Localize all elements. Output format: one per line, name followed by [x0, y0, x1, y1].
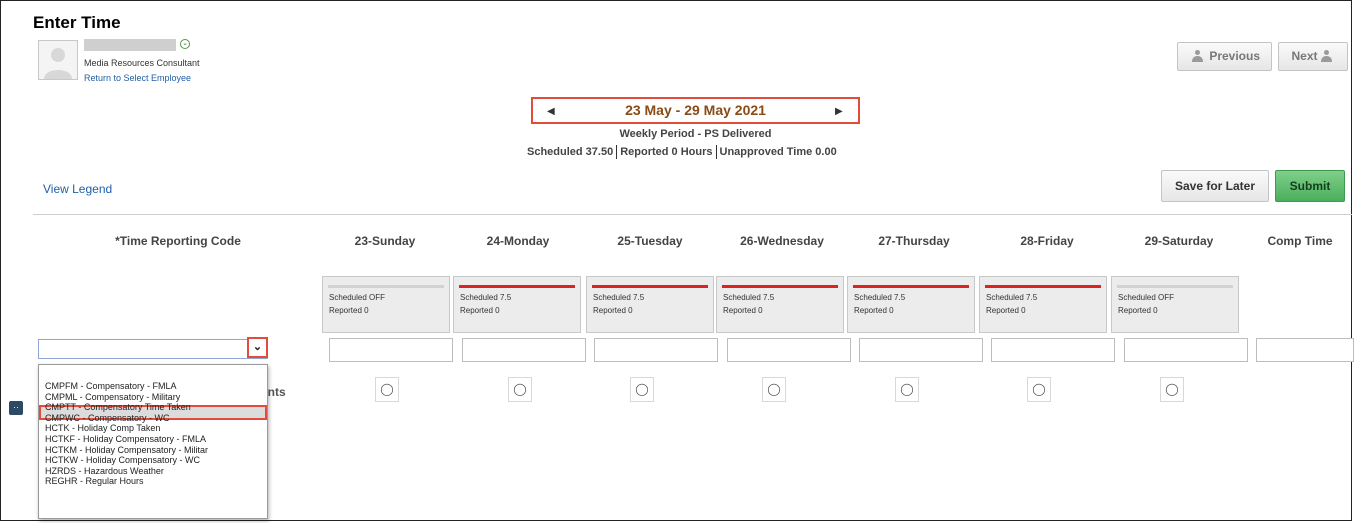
page-title: Enter Time — [33, 13, 121, 32]
save-for-later-button[interactable]: Save for Later — [1161, 170, 1269, 202]
reported-total: Reported 0 Hours — [620, 145, 713, 158]
trc-option[interactable]: HCTKM - Holiday Compensatory - Militar — [45, 445, 208, 456]
day-header: 25-Tuesday — [617, 234, 683, 248]
person-icon — [1320, 50, 1332, 63]
hours-input[interactable] — [859, 338, 983, 362]
previous-period-arrow-icon[interactable]: ◀ — [547, 106, 555, 117]
divider — [33, 214, 1352, 215]
trc-option[interactable]: HCTKW - Holiday Compensatory - WC — [45, 455, 208, 466]
next-label: Next — [1291, 49, 1318, 63]
person-icon — [1191, 50, 1203, 63]
person-icon — [44, 48, 72, 79]
day-schedule-box: Scheduled OFF Reported 0 — [322, 276, 450, 333]
trc-column-header: *Time Reporting Code — [115, 234, 241, 248]
trc-option[interactable]: CMPWC - Compensatory - WC — [45, 413, 208, 424]
period-range: 23 May - 29 May 2021 — [625, 102, 766, 118]
next-employee-button[interactable]: Next — [1278, 42, 1348, 71]
scheduled-total: Scheduled 37.50 — [527, 145, 614, 158]
hours-input[interactable] — [329, 338, 453, 362]
next-period-arrow-icon[interactable]: ▶ — [835, 106, 843, 117]
day-schedule-box: Scheduled 7.5 Reported 0 — [453, 276, 581, 333]
chevron-down-icon[interactable]: ⌄ — [247, 337, 268, 358]
day-header: 29-Saturday — [1144, 234, 1214, 248]
day-header: 26-Wednesday — [740, 234, 824, 248]
day-schedule-box: Scheduled OFF Reported 0 — [1111, 276, 1239, 333]
day-header: 23-Sunday — [354, 234, 416, 248]
side-panel-toggle[interactable]: ·· — [9, 401, 23, 415]
trc-option[interactable]: HCTKF - Holiday Compensatory - FMLA — [45, 434, 208, 445]
comment-icon[interactable]: ◯ — [1027, 377, 1051, 402]
day-schedule-box: Scheduled 7.5 Reported 0 — [979, 276, 1107, 333]
employee-job-title: Media Resources Consultant — [84, 58, 200, 68]
comment-icon[interactable]: ◯ — [895, 377, 919, 402]
comment-icon[interactable]: ◯ — [630, 377, 654, 402]
trc-dropdown-list: CMPFM - Compensatory - FMLA CMPML - Comp… — [38, 364, 268, 519]
time-reporting-code-select[interactable] — [38, 339, 268, 359]
return-to-select-employee-link[interactable]: Return to Select Employee — [84, 73, 191, 83]
employee-name-redacted — [84, 39, 176, 51]
trc-option-selected[interactable]: CMPTT - Compensatory Time Taken — [45, 402, 208, 413]
trc-option[interactable]: HCTK - Holiday Comp Taken — [45, 423, 208, 434]
period-type: Weekly Period - PS Delivered — [619, 128, 772, 140]
day-schedule-box: Scheduled 7.5 Reported 0 — [847, 276, 975, 333]
day-header: 24-Monday — [486, 234, 550, 248]
hours-input[interactable] — [991, 338, 1115, 362]
comment-icon[interactable]: ◯ — [508, 377, 532, 402]
unapproved-total: Unapproved Time 0.00 — [719, 145, 837, 158]
day-header: 27-Thursday — [878, 234, 950, 248]
time-summary: Scheduled 37.50 Reported 0 Hours Unapprove… — [527, 145, 837, 159]
employee-related-actions-icon[interactable]: ⌄ — [180, 39, 190, 49]
day-schedule-box: Scheduled 7.5 Reported 0 — [716, 276, 844, 333]
comment-icon[interactable]: ◯ — [1160, 377, 1184, 402]
comp-time-input[interactable] — [1256, 338, 1354, 362]
hours-input[interactable] — [1124, 338, 1248, 362]
previous-employee-button[interactable]: Previous — [1177, 42, 1272, 71]
day-header: 28-Friday — [1020, 234, 1074, 248]
trc-option[interactable]: REGHR - Regular Hours — [45, 476, 208, 487]
hours-input[interactable] — [727, 338, 851, 362]
previous-label: Previous — [1209, 49, 1261, 63]
trc-option[interactable]: CMPFM - Compensatory - FMLA — [45, 381, 208, 392]
comment-icon[interactable]: ◯ — [375, 377, 399, 402]
view-legend-link[interactable]: View Legend — [43, 182, 112, 196]
hours-input[interactable] — [594, 338, 718, 362]
comment-icon[interactable]: ◯ — [762, 377, 786, 402]
trc-option[interactable]: HZRDS - Hazardous Weather — [45, 466, 208, 477]
avatar — [38, 40, 78, 80]
submit-button[interactable]: Submit — [1275, 170, 1345, 202]
trc-option[interactable]: CMPML - Compensatory - Military — [45, 392, 208, 403]
hours-input[interactable] — [462, 338, 586, 362]
comp-time-header: Comp Time — [1267, 234, 1333, 248]
day-schedule-box: Scheduled 7.5 Reported 0 — [586, 276, 714, 333]
